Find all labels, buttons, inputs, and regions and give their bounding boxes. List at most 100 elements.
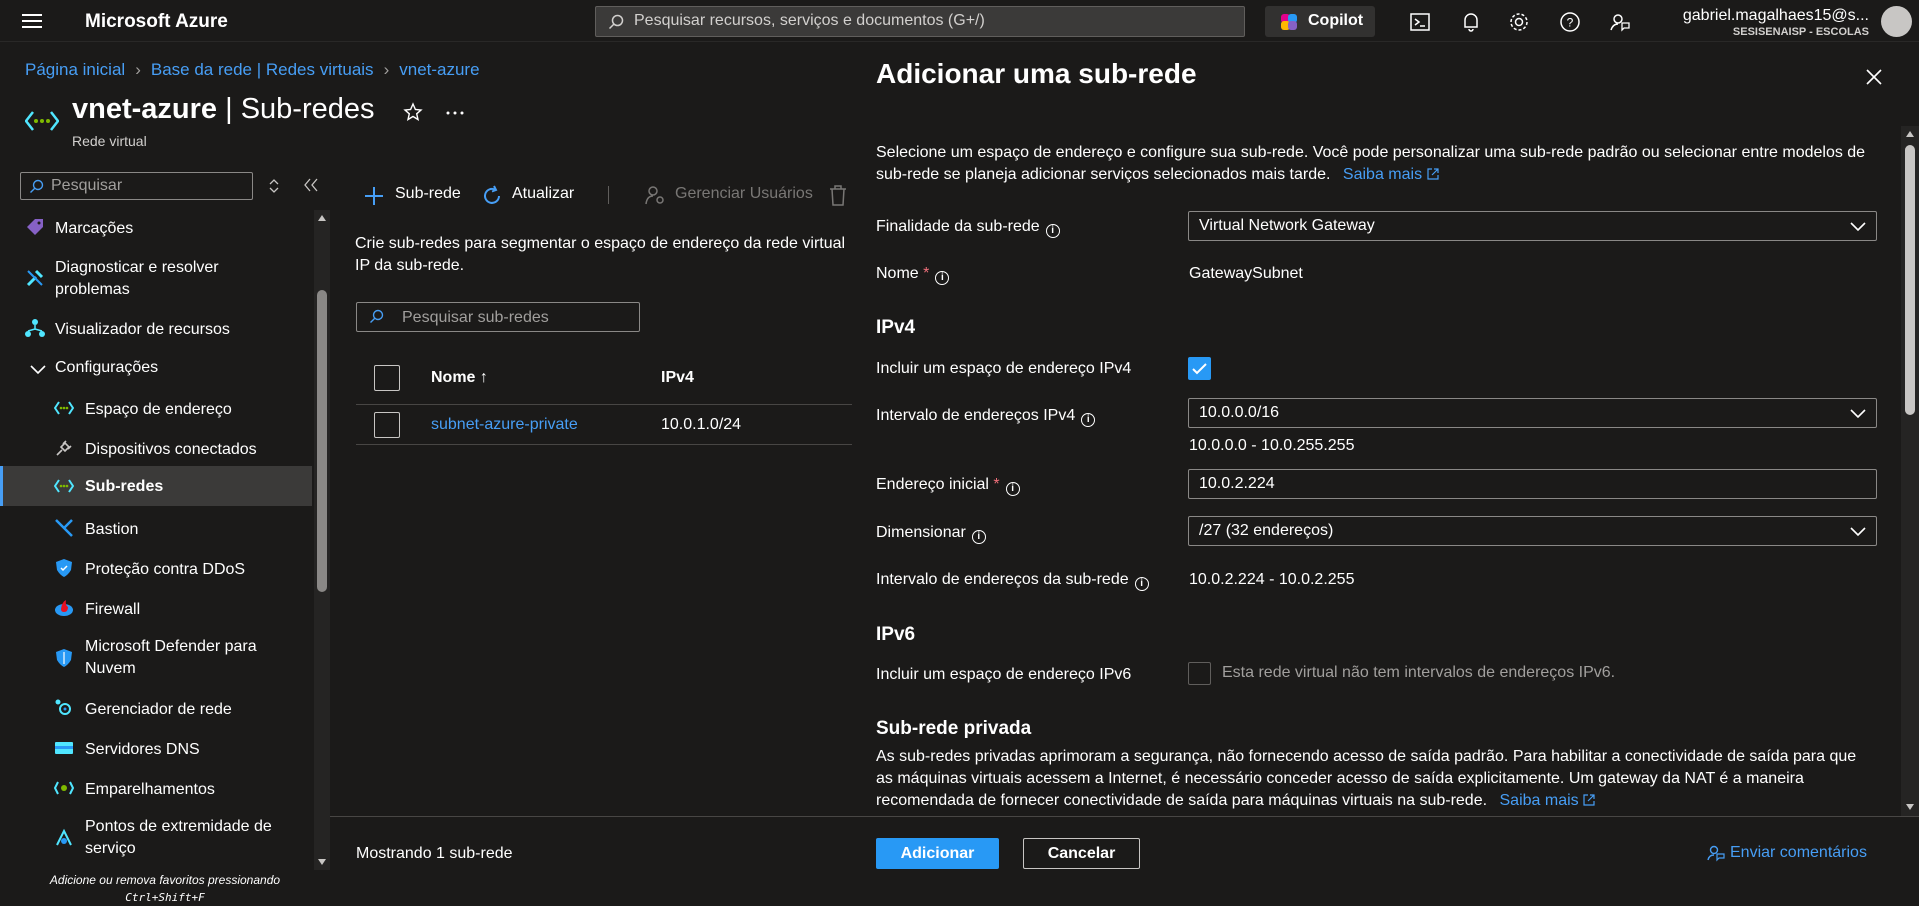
wrench-icon xyxy=(26,269,44,287)
breadcrumb-vnet[interactable]: vnet-azure xyxy=(399,60,479,79)
add-subnet-button[interactable]: Sub-rede xyxy=(364,185,461,205)
more-options-icon[interactable] xyxy=(445,110,465,116)
info-icon[interactable]: i xyxy=(935,271,950,285)
nav-item-diagnose[interactable]: Diagnosticar e resolver problemas xyxy=(0,254,312,304)
private-subnet-description: As sub-redes privadas aprimoram a segura… xyxy=(876,746,1876,812)
nav-scrollbar-thumb[interactable] xyxy=(317,290,327,592)
copilot-button[interactable]: Copilot xyxy=(1265,6,1375,37)
delete-trash-icon[interactable] xyxy=(829,185,847,206)
refresh-button[interactable]: Atualizar xyxy=(481,185,574,204)
subnet-search-input[interactable]: Pesquisar sub-redes xyxy=(356,302,640,332)
nav-item-firewall[interactable]: Firewall xyxy=(0,593,312,623)
cancel-button[interactable]: Cancelar xyxy=(1023,838,1140,869)
nav-item-address-space[interactable]: Espaço de endereço xyxy=(0,393,312,423)
subnet-name-link[interactable]: subnet-azure-private xyxy=(431,416,578,434)
info-icon[interactable]: i xyxy=(1081,413,1096,427)
copilot-label: Copilot xyxy=(1308,12,1364,29)
ipv4-range-label-text: Intervalo de endereços IPv4 xyxy=(876,407,1076,424)
nav-item-service-endpoints[interactable]: Pontos de extremidade de serviço xyxy=(0,813,312,863)
ipv4-range-hint: 10.0.0.0 - 10.0.255.255 xyxy=(1189,437,1355,454)
nav-item-connected-devices[interactable]: Dispositivos conectados xyxy=(0,433,312,463)
nav-item-peerings[interactable]: Emparelhamentos xyxy=(0,773,312,803)
help-icon[interactable]: ? xyxy=(1559,11,1581,33)
panel-title: Adicionar uma sub-rede xyxy=(876,58,1197,89)
vnet-icon xyxy=(25,111,59,131)
nav-item-label: Visualizador de recursos xyxy=(55,321,230,338)
external-link-icon xyxy=(1583,794,1595,806)
notifications-bell-icon[interactable] xyxy=(1460,11,1482,33)
nav-item-subnets[interactable]: Sub-redes xyxy=(0,466,312,506)
menu-search-input[interactable]: Pesquisar xyxy=(20,172,253,200)
nav-item-ddos[interactable]: Proteção contra DDoS xyxy=(0,553,312,583)
settings-gear-icon[interactable] xyxy=(1508,11,1530,33)
purpose-label-text: Finalidade da sub-rede xyxy=(876,218,1040,235)
favorites-shortcut: Ctrl+Shift+F xyxy=(125,891,205,904)
include-ipv6-label: Incluir um espaço de endereço IPv6 xyxy=(876,666,1132,683)
favorites-hint: Adicione ou remova favoritos pressionand… xyxy=(0,872,330,906)
send-feedback-link[interactable]: Enviar comentários xyxy=(1707,844,1867,862)
info-icon[interactable]: i xyxy=(1005,482,1020,496)
nav-item-label: Diagnosticar e resolver problemas xyxy=(55,259,219,298)
column-header-name[interactable]: Nome ↑ xyxy=(431,369,488,387)
scroll-down-icon[interactable] xyxy=(1905,803,1915,811)
breadcrumb-vnets[interactable]: Base da rede | Redes virtuais xyxy=(151,60,374,79)
info-icon[interactable]: i xyxy=(1134,577,1149,591)
info-icon[interactable]: i xyxy=(1045,224,1060,238)
user-name[interactable]: gabriel.magalhaes15@s... xyxy=(1683,7,1869,25)
feedback-icon[interactable] xyxy=(1609,11,1631,33)
user-organization[interactable]: SESISENAISP - ESCOLAS xyxy=(1733,26,1869,38)
favorite-star-icon[interactable] xyxy=(403,102,423,122)
name-label: Nome * i xyxy=(876,265,950,285)
private-learn-more-link[interactable]: Saiba mais xyxy=(1500,792,1596,809)
nav-item-label: Sub-redes xyxy=(85,478,164,495)
hamburger-menu-icon[interactable] xyxy=(22,13,42,29)
nav-item-defender[interactable]: Microsoft Defender para Nuvem xyxy=(0,633,312,683)
size-label: Dimensionar i xyxy=(876,524,986,544)
copilot-icon xyxy=(1281,14,1297,30)
avatar[interactable] xyxy=(1881,6,1912,37)
scroll-up-icon[interactable] xyxy=(1905,130,1915,138)
nav-item-tags[interactable]: Marcações xyxy=(0,214,312,244)
ipv4-range-select[interactable]: 10.0.0.0/16 xyxy=(1188,398,1877,428)
brand-title[interactable]: Microsoft Azure xyxy=(85,11,228,33)
column-header-ipv4[interactable]: IPv4 xyxy=(661,369,694,387)
footer-divider xyxy=(330,816,852,817)
scroll-down-icon[interactable] xyxy=(317,858,327,866)
close-icon[interactable] xyxy=(1863,66,1885,88)
global-search-placeholder: Pesquisar recursos, serviços e documento… xyxy=(634,12,985,29)
nav-item-dns-servers[interactable]: Servidores DNS xyxy=(0,733,312,763)
collapse-menu-icon[interactable] xyxy=(303,178,319,192)
manage-users-button[interactable]: Gerenciar Usuários xyxy=(645,185,813,205)
info-icon[interactable]: i xyxy=(971,530,986,544)
nav-group-settings[interactable]: Configurações xyxy=(0,353,312,383)
sort-toggle-icon[interactable] xyxy=(268,178,280,194)
nav-item-label: Microsoft Defender para Nuvem xyxy=(85,638,257,677)
global-search-input[interactable]: Pesquisar recursos, serviços e documento… xyxy=(595,6,1245,37)
table-row[interactable]: subnet-azure-private 10.0.1.0/24 xyxy=(356,405,852,445)
panel-scrollbar-thumb[interactable] xyxy=(1905,145,1915,415)
nav-item-bastion[interactable]: Bastion xyxy=(0,513,312,543)
breadcrumb-home[interactable]: Página inicial xyxy=(25,60,125,79)
start-address-input[interactable]: 10.0.2.224 xyxy=(1188,469,1877,499)
add-button[interactable]: Adicionar xyxy=(876,838,999,869)
nav-item-network-manager[interactable]: Gerenciador de rede xyxy=(0,693,312,723)
size-select[interactable]: /27 (32 endereços) xyxy=(1188,516,1877,546)
manage-users-label: Gerenciar Usuários xyxy=(675,185,813,202)
cloud-shell-icon[interactable] xyxy=(1409,11,1431,33)
chevron-down-icon xyxy=(1850,409,1866,419)
title-separator: | xyxy=(217,93,241,125)
learn-more-link[interactable]: Saiba mais xyxy=(1343,166,1439,183)
purpose-select[interactable]: Virtual Network Gateway xyxy=(1188,211,1877,241)
nav-item-resource-visualizer[interactable]: Visualizador de recursos xyxy=(0,313,312,343)
include-ipv6-checkbox[interactable] xyxy=(1188,662,1211,685)
row-checkbox[interactable] xyxy=(374,412,400,438)
select-all-checkbox[interactable] xyxy=(374,365,400,391)
resource-type: Rede virtual xyxy=(72,133,147,149)
ipv6-heading: IPv6 xyxy=(876,624,916,645)
start-address-label-text: Endereço inicial xyxy=(876,476,989,493)
include-ipv4-checkbox[interactable] xyxy=(1188,357,1211,380)
name-label-text: Nome xyxy=(876,265,919,282)
endpoint-icon xyxy=(56,828,72,846)
subnet-count: Mostrando 1 sub-rede xyxy=(356,845,513,862)
scroll-up-icon[interactable] xyxy=(317,214,327,222)
